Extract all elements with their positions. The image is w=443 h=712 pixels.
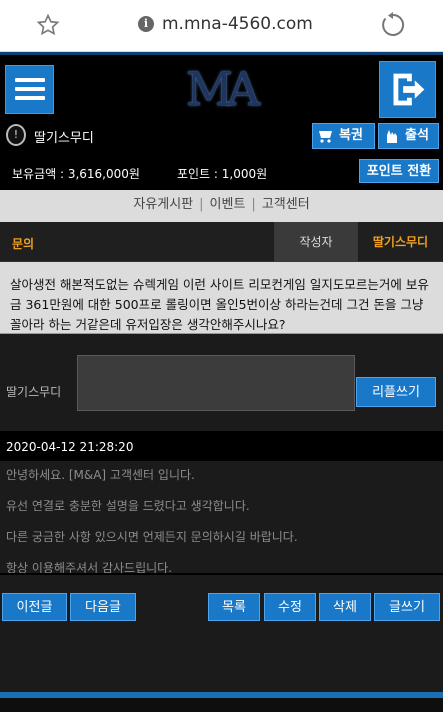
site-logo[interactable]: MA xyxy=(170,61,270,117)
next-post-button[interactable]: 다음글 xyxy=(70,593,136,621)
hamburger-icon xyxy=(15,78,45,82)
board-nav: 자유게시판 | 이벤트 | 고객센터 xyxy=(0,190,443,222)
hamburger-icon xyxy=(15,87,45,91)
lottery-button[interactable]: 복권 xyxy=(312,123,375,149)
points-amount: 포인트 : 1,000원 xyxy=(177,167,268,181)
answer-line: 안녕하세요. [M&A] 고객센터 입니다. xyxy=(6,468,195,482)
comment-author: 딸기스무디 xyxy=(6,385,62,399)
delete-button[interactable]: 삭제 xyxy=(319,593,371,621)
browser-address-bar: i m.mna-4560.com xyxy=(0,0,443,52)
user-level-icon: ! xyxy=(6,124,26,146)
answer-line: 다른 궁금한 사항 있으시면 언제든지 문의하시길 바랍니다. xyxy=(6,530,298,544)
checkin-button-label: 출석 xyxy=(405,128,429,143)
divider xyxy=(0,573,443,575)
logout-button[interactable] xyxy=(379,61,436,118)
prev-post-button[interactable]: 이전글 xyxy=(2,593,67,621)
bookmark-star-icon[interactable] xyxy=(36,13,60,37)
balance-amount: 보유금액 : 3,616,000원 xyxy=(12,167,140,181)
point-convert-button[interactable]: 포인트 전환 xyxy=(359,159,439,183)
nav-separator: | xyxy=(199,197,204,212)
nav-events[interactable]: 이벤트 xyxy=(210,197,246,212)
edit-button[interactable]: 수정 xyxy=(264,593,316,621)
reply-button[interactable]: 리플쓰기 xyxy=(356,377,436,407)
logout-icon xyxy=(393,73,425,106)
writer-name: 딸기스무디 xyxy=(372,235,429,249)
hamburger-icon xyxy=(15,96,45,100)
admin-answer: 2020-04-12 21:28:20 안녕하세요. [M&A] 고객센터 입니… xyxy=(0,431,443,575)
site-header: MA xyxy=(0,52,443,120)
nav-customer-center[interactable]: 고객센터 xyxy=(262,197,310,212)
writer-label: 작성자 xyxy=(274,222,358,262)
menu-button[interactable] xyxy=(5,65,54,114)
comment-form: 딸기스무디 리플쓰기 xyxy=(0,334,443,431)
checkin-button[interactable]: 출석 xyxy=(378,123,439,149)
post-body: 살아생전 해본적도없는 슈렉게임 이런 사이트 리모컨게임 일지도모르는거에 보… xyxy=(0,262,443,334)
post-header: 문의 작성자 딸기스무디 xyxy=(0,222,443,262)
nav-separator: | xyxy=(251,197,256,212)
footer xyxy=(0,698,443,712)
nav-free-board[interactable]: 자유게시판 xyxy=(133,197,193,212)
comment-input[interactable] xyxy=(77,355,355,411)
answer-line: 유선 연결로 충분한 설명을 드렸다고 생각합니다. xyxy=(6,499,250,513)
checkin-hand-icon xyxy=(387,130,397,143)
lottery-cart-icon xyxy=(319,131,332,143)
lottery-button-label: 복권 xyxy=(339,128,363,143)
list-button[interactable]: 목록 xyxy=(208,593,260,621)
answer-date: 2020-04-12 21:28:20 xyxy=(0,431,443,461)
post-category: 문의 xyxy=(12,237,35,251)
write-button[interactable]: 글쓰기 xyxy=(374,593,440,621)
reload-icon[interactable] xyxy=(380,12,406,38)
user-bar: ! 딸기스무디 복권 출석 xyxy=(0,120,443,152)
site-info-icon[interactable]: i xyxy=(138,16,154,32)
url-text[interactable]: m.mna-4560.com xyxy=(162,14,313,34)
username: 딸기스무디 xyxy=(34,131,94,146)
